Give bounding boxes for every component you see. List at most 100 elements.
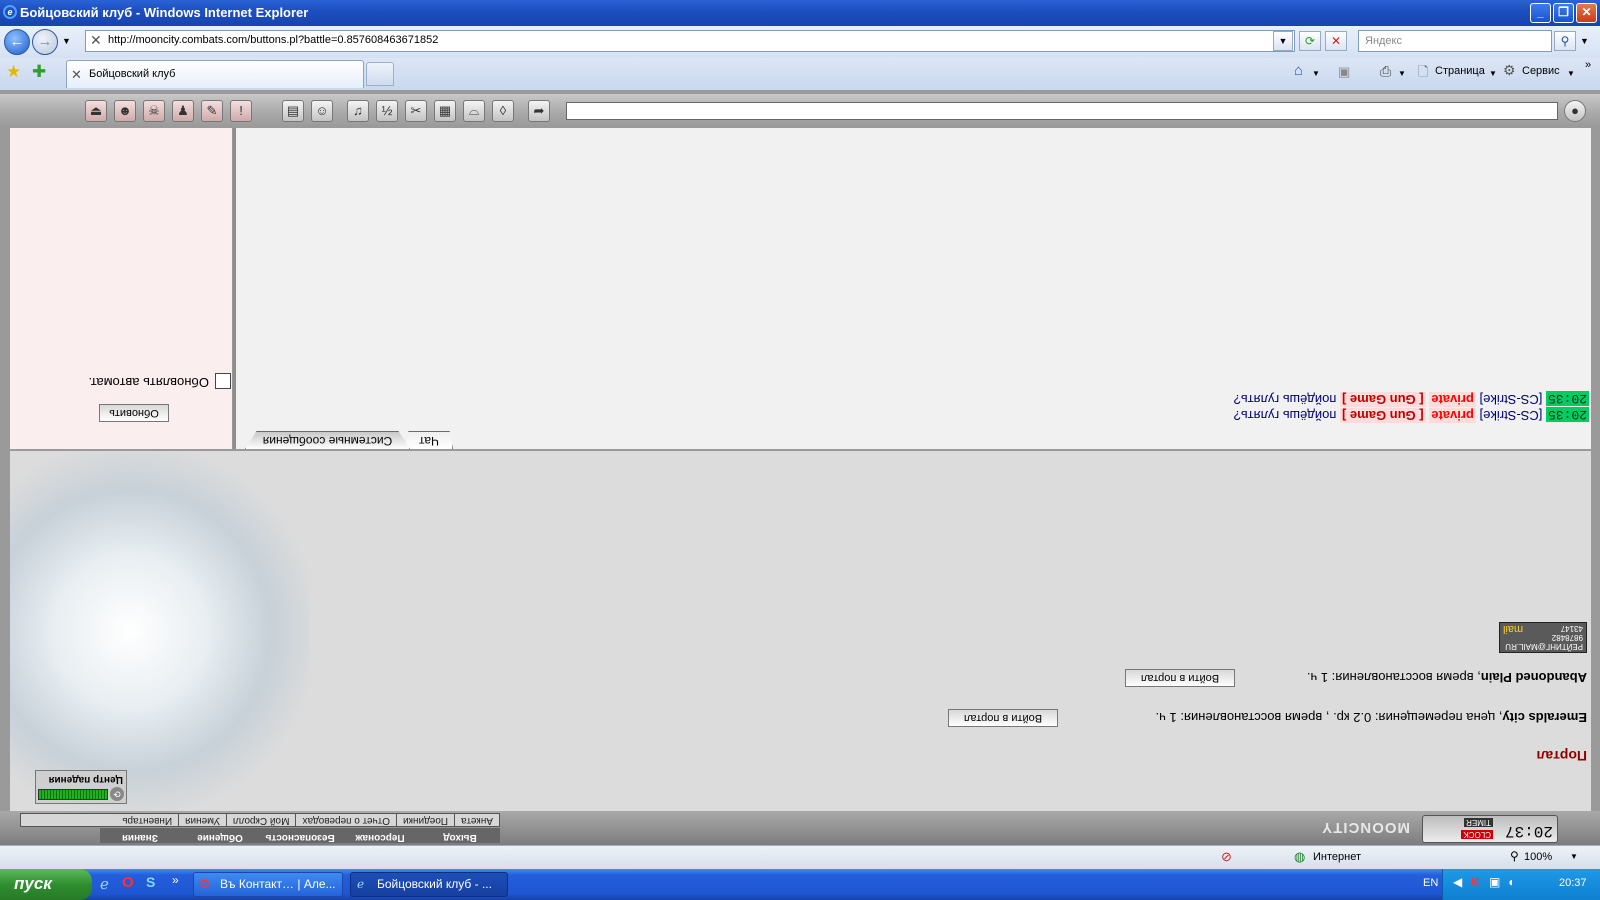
network-icon[interactable]: ▣ — [1489, 875, 1500, 889]
enter-portal-button[interactable]: Войти в портал — [948, 709, 1058, 727]
tab-fight-club[interactable]: ✕ Бойцовский клуб — [66, 60, 364, 88]
favorites-star-icon[interactable]: ★ — [6, 62, 21, 82]
refresh-icon[interactable]: ⟳ — [110, 787, 124, 801]
zoom-icon: ⚲ — [1510, 849, 1519, 863]
scissors-icon[interactable]: ✂ — [405, 100, 427, 122]
forward-button[interactable]: → — [32, 29, 58, 55]
portal-destination: Emeralds city, цена перемещения: 0.2 кр.… — [1156, 710, 1588, 725]
rating-counter[interactable]: РЕЙТИНГ@MAIL.RU 9878482 43147 mail — [1499, 622, 1587, 653]
hat-icon[interactable]: ⌓ — [463, 100, 485, 122]
address-bar[interactable]: ✕ http://mooncity.combats.com/buttons.pl… — [85, 30, 1295, 52]
chat-message-input[interactable] — [566, 102, 1558, 120]
back-button[interactable]: ← — [4, 29, 30, 55]
enter-portal-button[interactable]: Войти в портал — [1125, 669, 1235, 687]
sound-icon[interactable]: ♫ — [347, 100, 369, 122]
exit-icon[interactable]: ⏏ — [85, 100, 107, 122]
tools-dropdown-icon[interactable]: ▼ — [1567, 69, 1575, 78]
chat-text: пойдёшь гулять? — [1233, 392, 1337, 407]
menu-knowledge[interactable]: Знания — [100, 828, 180, 843]
quicklaunch-more-icon[interactable]: » — [172, 873, 179, 887]
menu-communication[interactable]: Общение — [180, 828, 260, 843]
new-tab-button[interactable] — [366, 62, 394, 86]
menu-duels[interactable]: Поединки — [396, 814, 455, 826]
eraser-icon[interactable]: ◊ — [492, 100, 514, 122]
counter-line-3: 43147 — [1560, 624, 1583, 633]
scroll-icon[interactable]: ✎ — [201, 100, 223, 122]
skull-icon[interactable]: ☠ — [143, 100, 165, 122]
menu-exit[interactable]: Выход — [420, 828, 500, 843]
clock-label: CLOCK — [1461, 830, 1493, 839]
book-icon[interactable]: ▤ — [282, 100, 304, 122]
menu-my-scroll[interactable]: Мой Скролл — [225, 814, 296, 826]
search-options-icon[interactable]: ▼ — [1580, 36, 1589, 46]
site-icon: ✕ — [90, 32, 102, 48]
smiley-icon[interactable]: ☺ — [311, 100, 333, 122]
tab-label: Бойцовский клуб — [89, 68, 176, 80]
left-panel: Обновить Обновлять автомат. — [10, 128, 233, 449]
opera-quicklaunch-icon[interactable]: O — [122, 874, 134, 891]
system-tray: EN ◀ K ▣ ◖ 20:37 — [1423, 869, 1600, 900]
auto-refresh-label: Обновлять автомат. — [88, 375, 209, 390]
start-button[interactable]: пуск — [0, 869, 92, 900]
zoom-dropdown-icon[interactable]: ▼ — [1570, 852, 1578, 861]
zoom-level[interactable]: 100% — [1524, 851, 1552, 863]
language-indicator[interactable]: EN — [1423, 877, 1438, 889]
fall-progress-bar — [38, 789, 108, 800]
print-icon[interactable]: ⎙ — [1380, 63, 1391, 80]
destination-name: Emeralds city — [1502, 710, 1587, 725]
feeds-icon[interactable]: ▣ — [1338, 64, 1350, 80]
tools-menu[interactable]: Сервис — [1522, 65, 1560, 77]
chevron-more-icon[interactable]: » — [1585, 59, 1591, 71]
tab-chat[interactable]: Чат — [405, 431, 453, 449]
home-dropdown-icon[interactable]: ▼ — [1312, 69, 1320, 78]
task-ie-fight-club[interactable]: ℯ Бойцовский клуб - ... — [350, 872, 508, 897]
stop-icon[interactable]: ✕ — [1325, 31, 1347, 51]
skype-quicklaunch-icon[interactable]: S — [146, 874, 155, 890]
maximize-button[interactable]: ❐ — [1553, 3, 1574, 23]
alert-icon[interactable]: ! — [230, 100, 252, 122]
search-icon[interactable]: ⚲ — [1554, 31, 1576, 51]
menu-profile[interactable]: Анкета — [454, 814, 499, 826]
portal-destination: Abandoned Plain, время восстановления: 1… — [1307, 670, 1587, 685]
antivirus-icon[interactable]: K — [1471, 875, 1480, 889]
address-dropdown-icon[interactable]: ▼ — [1273, 31, 1293, 51]
close-button[interactable]: ✕ — [1576, 3, 1597, 23]
refresh-icon[interactable]: ⟳ — [1299, 31, 1321, 51]
add-favorites-icon[interactable]: ✚ — [32, 62, 46, 82]
tray-back-icon[interactable]: ◀ — [1453, 875, 1462, 889]
send-arrow-icon[interactable]: ➦ — [528, 100, 550, 122]
window-icon[interactable]: ▦ — [434, 100, 456, 122]
chat-time: 20:35 — [1545, 391, 1589, 406]
menu-skills[interactable]: Умения — [178, 814, 226, 826]
auto-refresh-checkbox[interactable] — [215, 373, 231, 389]
task-opera[interactable]: O Въ Контакт… | Але... — [193, 872, 343, 897]
history-dropdown-icon[interactable]: ▼ — [62, 36, 71, 46]
menu-inventory[interactable]: Инвентарь — [116, 814, 178, 826]
menu-transfer-report[interactable]: Отчет о переводах — [295, 814, 397, 826]
page-dropdown-icon[interactable]: ▼ — [1489, 69, 1497, 78]
menu-security[interactable]: Безопасность — [260, 828, 340, 843]
minimize-button[interactable]: _ — [1530, 3, 1551, 23]
character-icon[interactable]: ☻ — [114, 100, 136, 122]
fall-center-widget[interactable]: ⟳ Центр падения — [35, 770, 127, 804]
portal-title: Портал — [1536, 748, 1587, 764]
menu-character[interactable]: Персонаж — [340, 828, 420, 843]
ie-quicklaunch-icon[interactable]: ℯ — [100, 875, 109, 893]
tab-system-messages[interactable]: Системные сообщения — [245, 431, 410, 449]
volume-icon[interactable]: ◖ — [1507, 875, 1514, 889]
popup-blocked-icon[interactable]: ⊘ — [1221, 849, 1232, 865]
search-input[interactable]: Яндекс — [1358, 30, 1552, 52]
chat-private: private — [1429, 392, 1476, 407]
bottom-menu-row-2: Выход Персонаж Безопасность Общение Знан… — [100, 828, 500, 843]
page-menu[interactable]: Страница — [1435, 65, 1485, 77]
home-icon[interactable]: ⌂ — [1294, 62, 1303, 79]
chat-source[interactable]: [CS-Strike] — [1480, 408, 1543, 423]
refresh-button[interactable]: Обновить — [99, 404, 169, 422]
chat-options-icon[interactable]: ● — [1564, 100, 1586, 122]
chat-text: пойдёшь гулять? — [1233, 408, 1337, 423]
window-title: Бойцовский клуб - Windows Internet Explo… — [20, 5, 309, 20]
fraction-icon[interactable]: ½ — [376, 100, 398, 122]
print-dropdown-icon[interactable]: ▼ — [1398, 69, 1406, 78]
people-icon[interactable]: ♟ — [172, 100, 194, 122]
chat-source[interactable]: [CS-Strike] — [1480, 392, 1543, 407]
